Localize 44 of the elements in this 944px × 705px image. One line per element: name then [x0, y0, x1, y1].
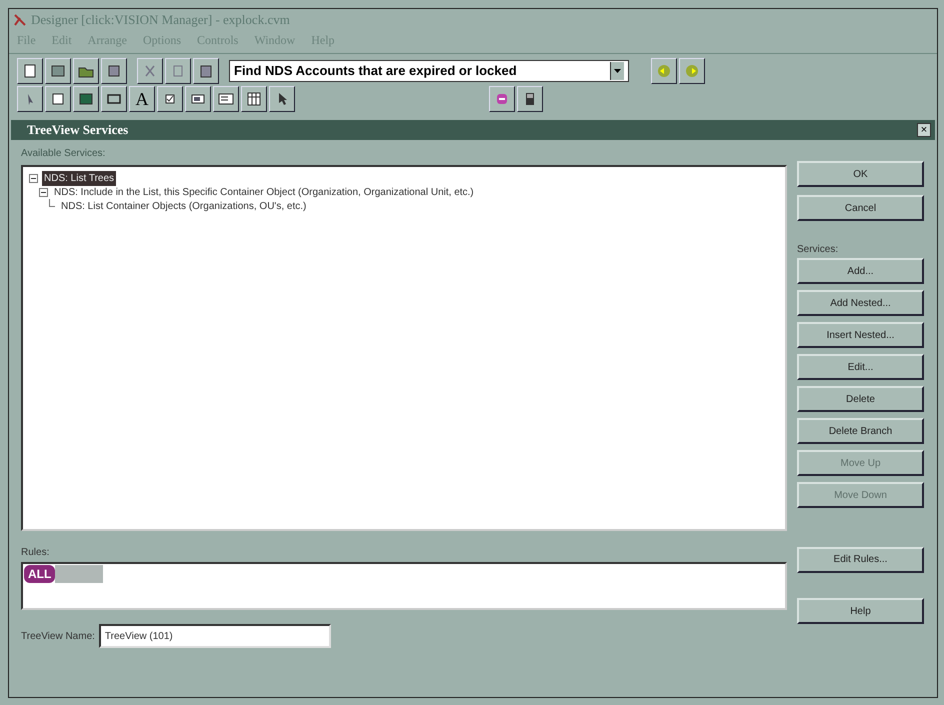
open-folder-icon[interactable] [73, 58, 99, 84]
tree-item[interactable]: NDS: Include in the List, this Specific Container Object (Organization, Organizational Unit, etc.) [52, 184, 476, 200]
new-page-icon[interactable] [17, 58, 43, 84]
tree-item[interactable]: NDS: List Container Objects (Organizations, OU's, etc.) [59, 198, 308, 214]
dialog-title: TreeView Services [27, 121, 128, 140]
text-tool-button[interactable]: A [129, 86, 155, 112]
cut-icon[interactable] [137, 58, 163, 84]
device-icon[interactable] [517, 86, 543, 112]
collapse-icon[interactable] [29, 174, 38, 182]
rule-slot [55, 565, 104, 583]
rectangle-icon[interactable] [101, 86, 127, 112]
window-title: Designer [click:VISION Manager] - explock.cvm [31, 11, 290, 30]
rules-label: Rules: [21, 546, 50, 560]
collapse-icon[interactable] [39, 188, 48, 196]
tree-item[interactable]: NDS: List Trees [42, 170, 116, 186]
list-icon[interactable] [213, 86, 239, 112]
grid-icon[interactable] [241, 86, 267, 112]
app-icon [13, 13, 27, 27]
help-button[interactable]: Help [797, 598, 924, 624]
service-button[interactable]: Delete [797, 386, 924, 412]
query-dropdown[interactable]: Find NDS Accounts that are expired or locked [229, 60, 629, 82]
service-button[interactable]: Edit... [797, 354, 924, 380]
services-group-label: Services: [797, 243, 840, 257]
rule-tag[interactable]: ALL [24, 565, 56, 583]
name-field[interactable]: TreeView (101) [98, 624, 331, 648]
service-button[interactable]: Delete Branch [797, 418, 924, 444]
tree-connector [49, 199, 55, 207]
service-button[interactable]: Insert Nested... [797, 322, 924, 348]
checkbox-icon[interactable] [157, 86, 183, 112]
service-button[interactable]: Add Nested... [797, 290, 924, 316]
dialog-button[interactable]: OK [797, 161, 924, 187]
frame-icon[interactable] [45, 86, 71, 112]
dialog-button[interactable]: Cancel [797, 195, 924, 221]
edit-rules-button[interactable]: Edit Rules... [797, 546, 924, 572]
services-label: Available Services: [21, 147, 106, 161]
rules-box[interactable]: ALL [21, 562, 787, 610]
field-icon[interactable] [185, 86, 211, 112]
name-label: TreeView Name: [21, 630, 95, 644]
services-tree[interactable]: NDS: List Trees NDS: Include in the List, this Specific Container Object (Organization, Organizational Unit, etc.) NDS: List Container Objects (Organizations, OU's, etc.) [21, 165, 787, 531]
close-button[interactable]: × [917, 123, 931, 137]
pointer-icon[interactable] [17, 86, 43, 112]
dropdown-arrow-icon [614, 69, 621, 73]
service-button[interactable]: Add... [797, 258, 924, 284]
stop-icon[interactable] [489, 86, 515, 112]
